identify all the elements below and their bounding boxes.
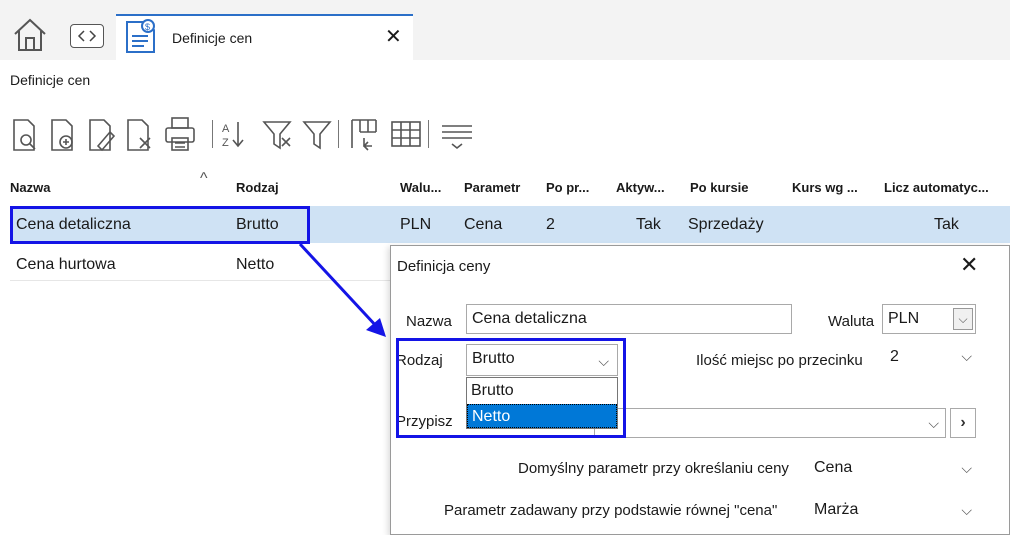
annotation-arrow-icon <box>298 242 386 337</box>
